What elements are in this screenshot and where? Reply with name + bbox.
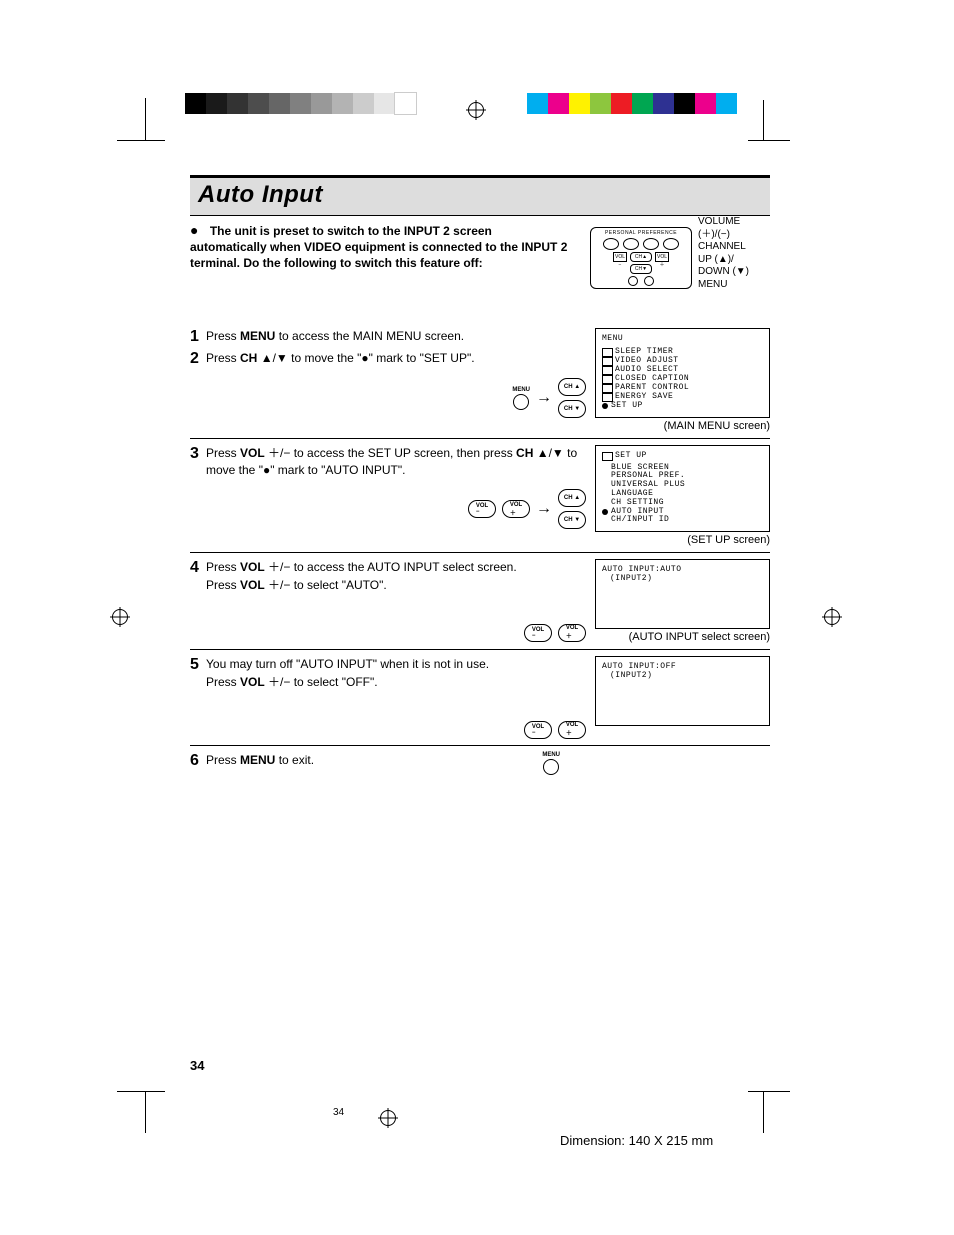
page-number-small: 34 [333,1107,344,1118]
ch-up-button-icon: CH ▲ [558,489,586,507]
vol-minus-button-icon: VOL − [524,721,552,739]
crop-mark [117,1091,165,1092]
crop-mark [145,98,146,140]
cmyk-colorbar [527,93,737,114]
step-number: 6 [190,752,206,770]
step-number: 4 [190,559,206,594]
crop-mark [145,1091,146,1133]
button-diagram: VOL − VOL ＋ → CH ▲ CH ▼ [190,489,590,529]
step-text: Press VOL ＋/− to access the AUTO INPUT s… [206,559,517,594]
dimension-note: Dimension: 140 X 215 mm [560,1133,713,1148]
intro-paragraph: ● The unit is preset to switch to the IN… [190,222,570,302]
screen-caption: (AUTO INPUT select screen) [595,631,770,643]
setup-screen: SET UPBLUE SCREENPERSONAL PREF.UNIVERSAL… [595,445,770,533]
vol-minus-button-icon: VOL − [468,500,496,518]
step-text: Press MENU to exit. [206,752,314,770]
remote-box-icon: PERSONAL PREFERENCE VOL− CH▲ VOL＋ CH▼ [590,227,692,289]
grayscale-colorbar [185,93,416,114]
remote-diagram: PERSONAL PREFERENCE VOL− CH▲ VOL＋ CH▼ VO… [590,222,770,302]
arrow-right-icon: → [536,389,552,407]
vol-plus-button-icon: VOL ＋ [558,624,586,642]
bullet-icon: ● [190,222,198,238]
menu-button-icon [513,394,529,410]
screen-caption: (SET UP screen) [595,534,770,546]
menu-button-icon [543,759,559,775]
step-text: You may turn off "AUTO INPUT" when it is… [206,656,489,691]
section-title-box: Auto Input [190,175,770,216]
crop-mark [763,100,764,140]
crop-mark [763,1091,764,1133]
crop-mark [117,140,165,141]
step-number: 2 [190,350,206,368]
arrow-right-icon: → [536,500,552,518]
button-diagram: VOL − VOL ＋ [190,624,590,642]
ch-down-button-icon: CH ▼ [558,400,586,418]
screen-caption: (MAIN MENU screen) [595,420,770,432]
auto-input-off-screen: AUTO INPUT:OFF (INPUT2) [595,656,770,726]
remote-side-labels: VOLUME (＋)/(−) CHANNEL UP (▲)/ DOWN (▼) … [698,216,749,291]
registration-mark-icon [466,100,486,120]
main-menu-screen: MENUSLEEP TIMERVIDEO ADJUSTAUDIO SELECTC… [595,328,770,418]
registration-mark-icon [822,607,842,627]
page-number: 34 [190,1058,204,1073]
crop-mark [748,1091,790,1092]
registration-mark-icon [110,607,130,627]
step-text: Press VOL ＋/− to access the SET UP scree… [206,445,590,480]
button-diagram: VOL − VOL ＋ [190,721,590,739]
button-diagram: MENU [542,752,560,775]
step-number: 5 [190,656,206,691]
step-number: 1 [190,328,206,346]
step-number: 3 [190,445,206,480]
section-title: Auto Input [198,181,762,209]
button-diagram: MENU → CH ▲ CH ▼ [190,378,590,418]
auto-input-screen: AUTO INPUT:AUTO (INPUT2) [595,559,770,629]
remote-header: PERSONAL PREFERENCE [591,230,691,236]
registration-mark-icon [378,1108,398,1128]
vol-plus-button-icon: VOL ＋ [502,500,530,518]
vol-plus-button-icon: VOL ＋ [558,721,586,739]
step-text: Press MENU to access the MAIN MENU scree… [206,328,464,346]
intro-text: The unit is preset to switch to the INPU… [190,224,567,270]
ch-up-button-icon: CH ▲ [558,378,586,396]
step-text: Press CH ▲/▼ to move the "●" mark to "SE… [206,350,475,368]
ch-down-button-icon: CH ▼ [558,511,586,529]
vol-minus-button-icon: VOL − [524,624,552,642]
crop-mark [748,140,790,141]
